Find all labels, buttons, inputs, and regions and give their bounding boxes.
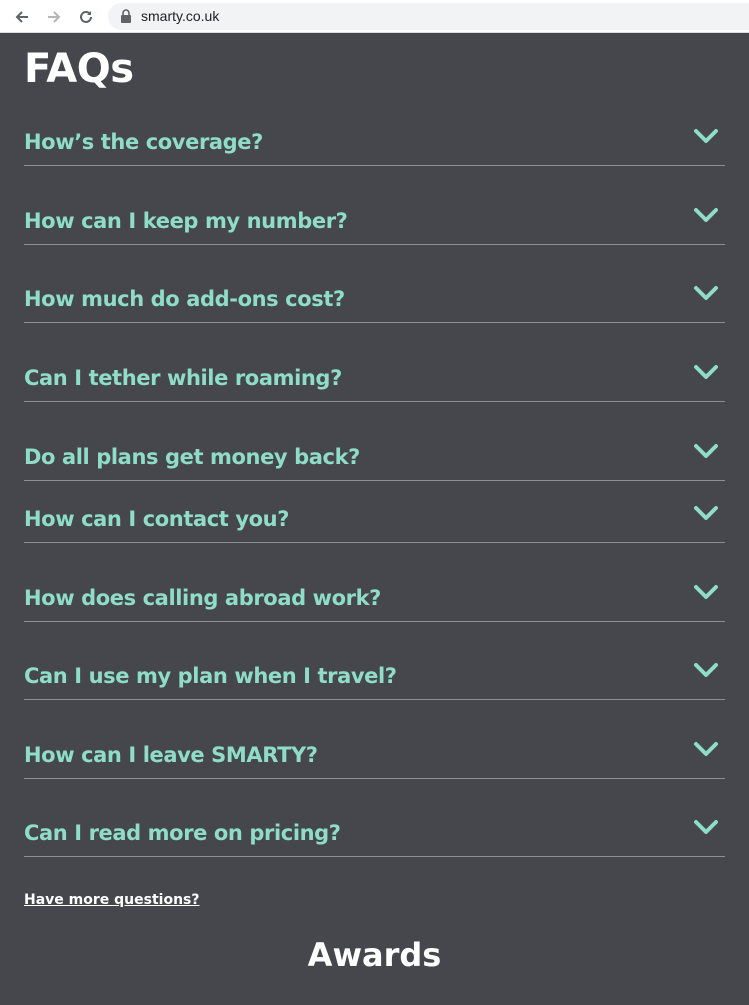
faq-item-pricing[interactable]: Can I read more on pricing? — [24, 779, 725, 857]
faq-item-leave[interactable]: How can I leave SMARTY? — [24, 700, 725, 779]
faq-question: Can I use my plan when I travel? — [24, 664, 397, 688]
faq-question: Can I read more on pricing? — [24, 821, 341, 845]
faq-item-coverage[interactable]: How’s the coverage? — [24, 34, 725, 166]
reload-button[interactable] — [75, 6, 97, 28]
lock-icon — [121, 9, 131, 23]
chevron-down-icon — [694, 444, 718, 458]
reload-icon — [80, 10, 92, 23]
faq-item-money-back[interactable]: Do all plans get money back? — [24, 402, 725, 481]
faq-question: How’s the coverage? — [24, 130, 263, 154]
chevron-down-icon — [694, 129, 718, 143]
url-text: smarty.co.uk — [141, 8, 220, 24]
chevron-down-icon — [694, 585, 718, 599]
faq-item-tether[interactable]: Can I tether while roaming? — [24, 323, 725, 402]
faq-question: How can I contact you? — [24, 507, 289, 531]
chevron-down-icon — [694, 208, 718, 222]
faq-question: Can I tether while roaming? — [24, 366, 342, 390]
arrow-left-icon — [15, 11, 28, 23]
address-bar[interactable]: smarty.co.uk — [108, 3, 749, 30]
chevron-down-icon — [694, 286, 718, 300]
faq-question: Do all plans get money back? — [24, 445, 360, 469]
faq-item-add-ons[interactable]: How much do add-ons cost? — [24, 245, 725, 323]
faq-question: How does calling abroad work? — [24, 586, 381, 610]
chevron-down-icon — [694, 742, 718, 756]
faq-question: How can I keep my number? — [24, 209, 348, 233]
back-button[interactable] — [11, 6, 33, 28]
faq-question: How can I leave SMARTY? — [24, 743, 318, 767]
arrow-right-icon — [48, 11, 61, 23]
more-questions-link[interactable]: Have more questions? — [24, 892, 200, 908]
chevron-down-icon — [694, 506, 718, 520]
browser-toolbar: smarty.co.uk — [0, 0, 749, 33]
page-content: FAQs How’s the coverage? How can I keep … — [0, 34, 749, 1005]
faq-question: How much do add-ons cost? — [24, 287, 345, 311]
faq-item-contact[interactable]: How can I contact you? — [24, 481, 725, 543]
faq-item-keep-number[interactable]: How can I keep my number? — [24, 166, 725, 245]
awards-heading: Awards — [307, 936, 442, 974]
forward-button[interactable] — [43, 6, 65, 28]
faq-item-calling-abroad[interactable]: How does calling abroad work? — [24, 543, 725, 622]
chevron-down-icon — [694, 820, 718, 834]
faq-item-travel[interactable]: Can I use my plan when I travel? — [24, 622, 725, 700]
chevron-down-icon — [694, 663, 718, 677]
chevron-down-icon — [694, 365, 718, 379]
